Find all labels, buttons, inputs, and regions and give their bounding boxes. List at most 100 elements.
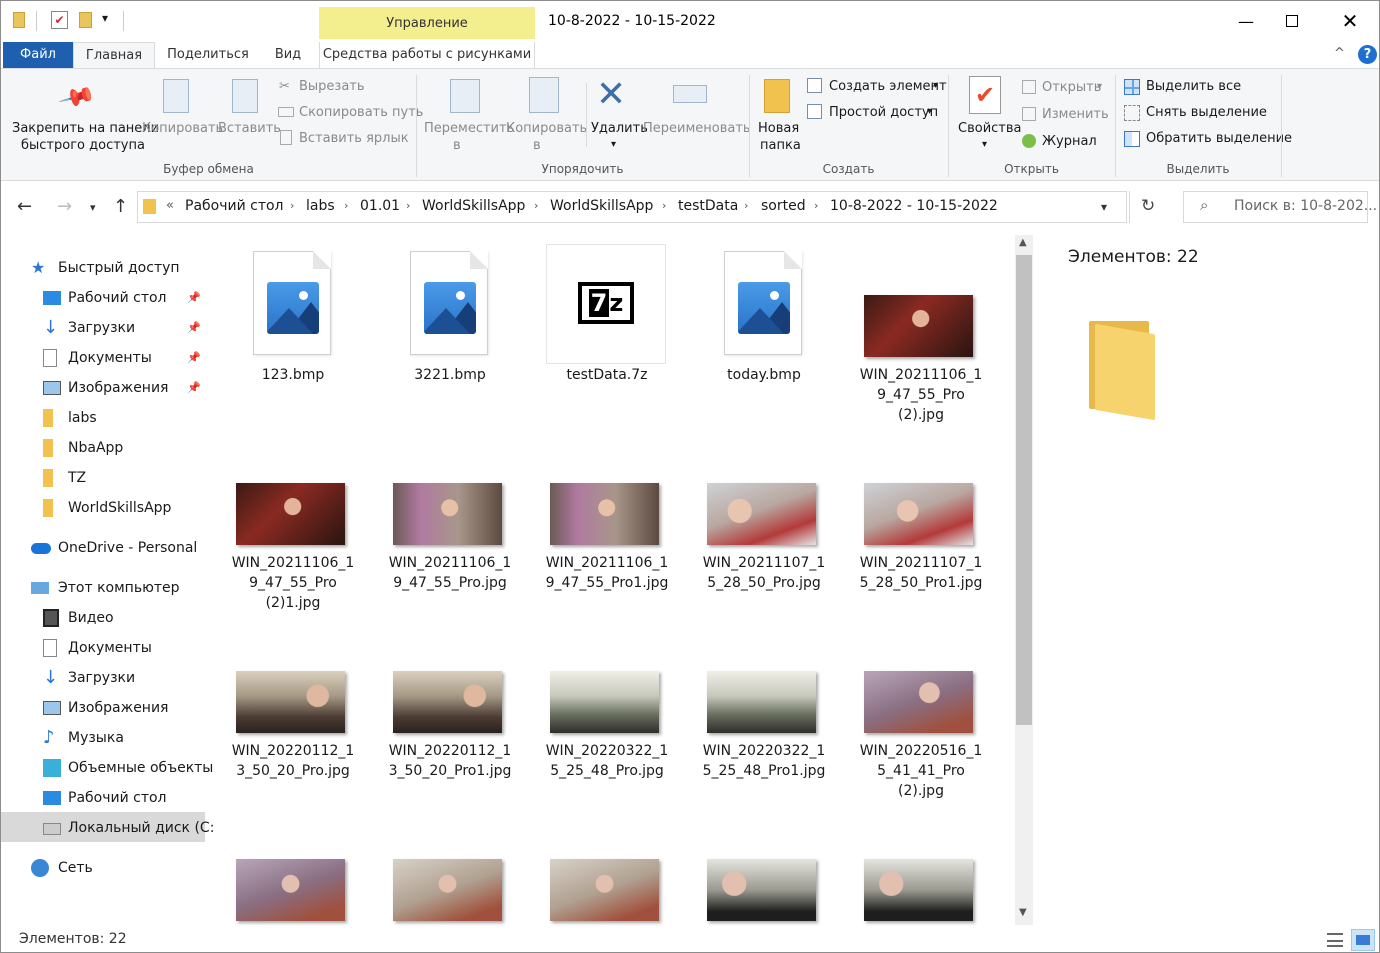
file-name[interactable]: WIN_20220516_1 xyxy=(846,741,996,761)
invert-selection-button[interactable]: Обратить выделение xyxy=(1146,131,1292,146)
properties-qa-icon[interactable]: ✔ xyxy=(51,11,68,29)
select-all-button[interactable]: Выделить все xyxy=(1146,79,1241,94)
new-folder-button-line2: папка xyxy=(760,138,801,153)
rename-button[interactable]: Переименовать xyxy=(643,121,751,136)
help-icon[interactable]: ? xyxy=(1358,45,1377,64)
photo-thumbnail[interactable] xyxy=(236,859,345,921)
breadcrumb-current[interactable]: 10-8-2022 - 10-15-2022 xyxy=(830,198,998,214)
file-name[interactable]: WIN_20220112_1 xyxy=(218,741,368,761)
file-name[interactable]: WIN_20211107_1 xyxy=(689,553,839,573)
file-name[interactable]: WIN_20211107_1 xyxy=(846,553,996,573)
file-name[interactable]: 3221.bmp xyxy=(375,365,525,385)
file-name[interactable]: testData.7z xyxy=(532,365,682,385)
back-button[interactable]: ← xyxy=(17,196,32,217)
photo-thumbnail[interactable] xyxy=(393,671,502,733)
open-button[interactable]: Открыть xyxy=(1042,80,1101,95)
photo-thumbnail[interactable] xyxy=(707,483,816,545)
tab-file[interactable]: Файл xyxy=(3,42,73,69)
maximize-button[interactable] xyxy=(1269,1,1315,41)
photo-thumbnail[interactable] xyxy=(707,859,816,921)
minimize-button[interactable]: — xyxy=(1223,1,1269,41)
breadcrumb-testdata[interactable]: testData xyxy=(678,198,738,214)
photo-thumbnail[interactable] xyxy=(550,671,659,733)
copy-button[interactable]: Копировать xyxy=(142,121,223,136)
delete-button[interactable]: Удалить xyxy=(591,121,648,136)
breadcrumb-0101[interactable]: 01.01 xyxy=(360,198,400,214)
close-button[interactable]: ✕ xyxy=(1327,1,1373,41)
photo-thumbnail[interactable] xyxy=(550,859,659,921)
photo-thumbnail[interactable] xyxy=(236,483,345,545)
search-placeholder: Поиск в: 10-8-202... xyxy=(1234,198,1378,214)
select-none-button[interactable]: Снять выделение xyxy=(1146,105,1267,120)
group-clipboard: Буфер обмена xyxy=(163,162,254,176)
new-item-button[interactable]: Создать элемент xyxy=(829,79,947,94)
properties-icon: ✔ xyxy=(969,76,1001,114)
image-file-icon[interactable] xyxy=(253,251,331,355)
breadcrumb-desktop[interactable]: Рабочий стол xyxy=(185,198,284,214)
move-to-icon xyxy=(450,79,480,113)
large-icons-view-icon[interactable] xyxy=(1351,929,1375,951)
tab-home[interactable]: Главная xyxy=(73,42,155,69)
photo-thumbnail[interactable] xyxy=(393,483,502,545)
scroll-down-icon[interactable]: ▼ xyxy=(1019,907,1027,918)
photo-thumbnail[interactable] xyxy=(550,483,659,545)
history-icon xyxy=(1022,134,1036,148)
image-file-icon[interactable] xyxy=(724,251,802,355)
file-name[interactable]: WIN_20211106_1 xyxy=(532,553,682,573)
photo-thumbnail[interactable] xyxy=(864,859,973,921)
breadcrumb-sorted[interactable]: sorted xyxy=(761,198,806,214)
forward-button[interactable]: → xyxy=(57,196,72,217)
photo-thumbnail[interactable] xyxy=(707,671,816,733)
file-name[interactable]: WIN_20220322_1 xyxy=(532,741,682,761)
tab-view[interactable]: Вид xyxy=(263,42,313,69)
recent-locations-icon[interactable]: ▾ xyxy=(90,201,96,214)
edit-button[interactable]: Изменить xyxy=(1042,107,1109,122)
file-name[interactable]: WIN_20220322_1 xyxy=(689,741,839,761)
cut-button[interactable]: Вырезать xyxy=(299,79,365,94)
photo-thumbnail[interactable] xyxy=(864,483,973,545)
history-button[interactable]: Журнал xyxy=(1042,134,1097,149)
status-item-count: Элементов: 22 xyxy=(19,931,127,947)
search-icon: ⌕ xyxy=(1200,196,1209,214)
file-name[interactable]: WIN_20211106_1 xyxy=(846,365,996,385)
copy-to-button[interactable]: Копировать xyxy=(506,121,587,136)
tab-picture-tools[interactable]: Средства работы с рисунками xyxy=(319,42,535,69)
file-name[interactable]: today.bmp xyxy=(689,365,839,385)
pin-button-line1[interactable]: Закрепить на панели xyxy=(12,121,159,136)
file-name[interactable]: WIN_20211106_1 xyxy=(375,553,525,573)
tab-share[interactable]: Поделиться xyxy=(161,42,255,69)
qa-customize-icon[interactable]: ▾ xyxy=(102,11,108,25)
breadcrumb-worldskillsapp[interactable]: WorldSkillsApp xyxy=(422,198,525,214)
pin-button-line2[interactable]: быстрого доступа xyxy=(21,138,145,153)
folder-preview-icon xyxy=(1089,321,1159,421)
collapse-ribbon-icon[interactable]: ^ xyxy=(1334,46,1345,61)
refresh-icon[interactable]: ↻ xyxy=(1141,196,1155,216)
breadcrumb-worldskillsapp-2[interactable]: WorldSkillsApp xyxy=(550,198,653,214)
image-file-icon[interactable] xyxy=(410,251,488,355)
easy-access-button[interactable]: Простой доступ xyxy=(829,105,938,120)
rename-icon xyxy=(673,85,707,103)
new-folder-button[interactable]: Новая xyxy=(758,121,799,136)
breadcrumb-labs[interactable]: labs xyxy=(306,198,335,214)
photo-thumbnail[interactable] xyxy=(236,671,345,733)
file-name[interactable]: WIN_20220112_1 xyxy=(375,741,525,761)
scroll-up-icon[interactable]: ▲ xyxy=(1019,237,1027,248)
scrollbar-thumb[interactable] xyxy=(1016,255,1032,725)
up-button[interactable]: ↑ xyxy=(113,196,128,217)
properties-button[interactable]: Свойства xyxy=(958,121,1022,136)
new-folder-qa-icon[interactable] xyxy=(79,12,92,28)
move-to-button-line2: в xyxy=(453,138,461,153)
file-name[interactable]: 123.bmp xyxy=(218,365,368,385)
file-name[interactable]: WIN_20211106_1 xyxy=(218,553,368,573)
details-view-icon[interactable] xyxy=(1327,933,1343,947)
paste-button[interactable]: Вставить xyxy=(218,121,281,136)
address-dropdown-icon[interactable]: ▾ xyxy=(1101,200,1107,214)
paste-shortcut-icon xyxy=(280,130,292,145)
folder-icon xyxy=(143,199,156,214)
move-to-button[interactable]: Переместить xyxy=(424,121,514,136)
photo-thumbnail[interactable] xyxy=(393,859,502,921)
paste-shortcut-button[interactable]: Вставить ярлык xyxy=(299,131,409,146)
photo-thumbnail[interactable] xyxy=(864,671,973,733)
copy-path-button[interactable]: Скопировать путь xyxy=(299,105,423,120)
photo-thumbnail[interactable] xyxy=(864,295,973,357)
